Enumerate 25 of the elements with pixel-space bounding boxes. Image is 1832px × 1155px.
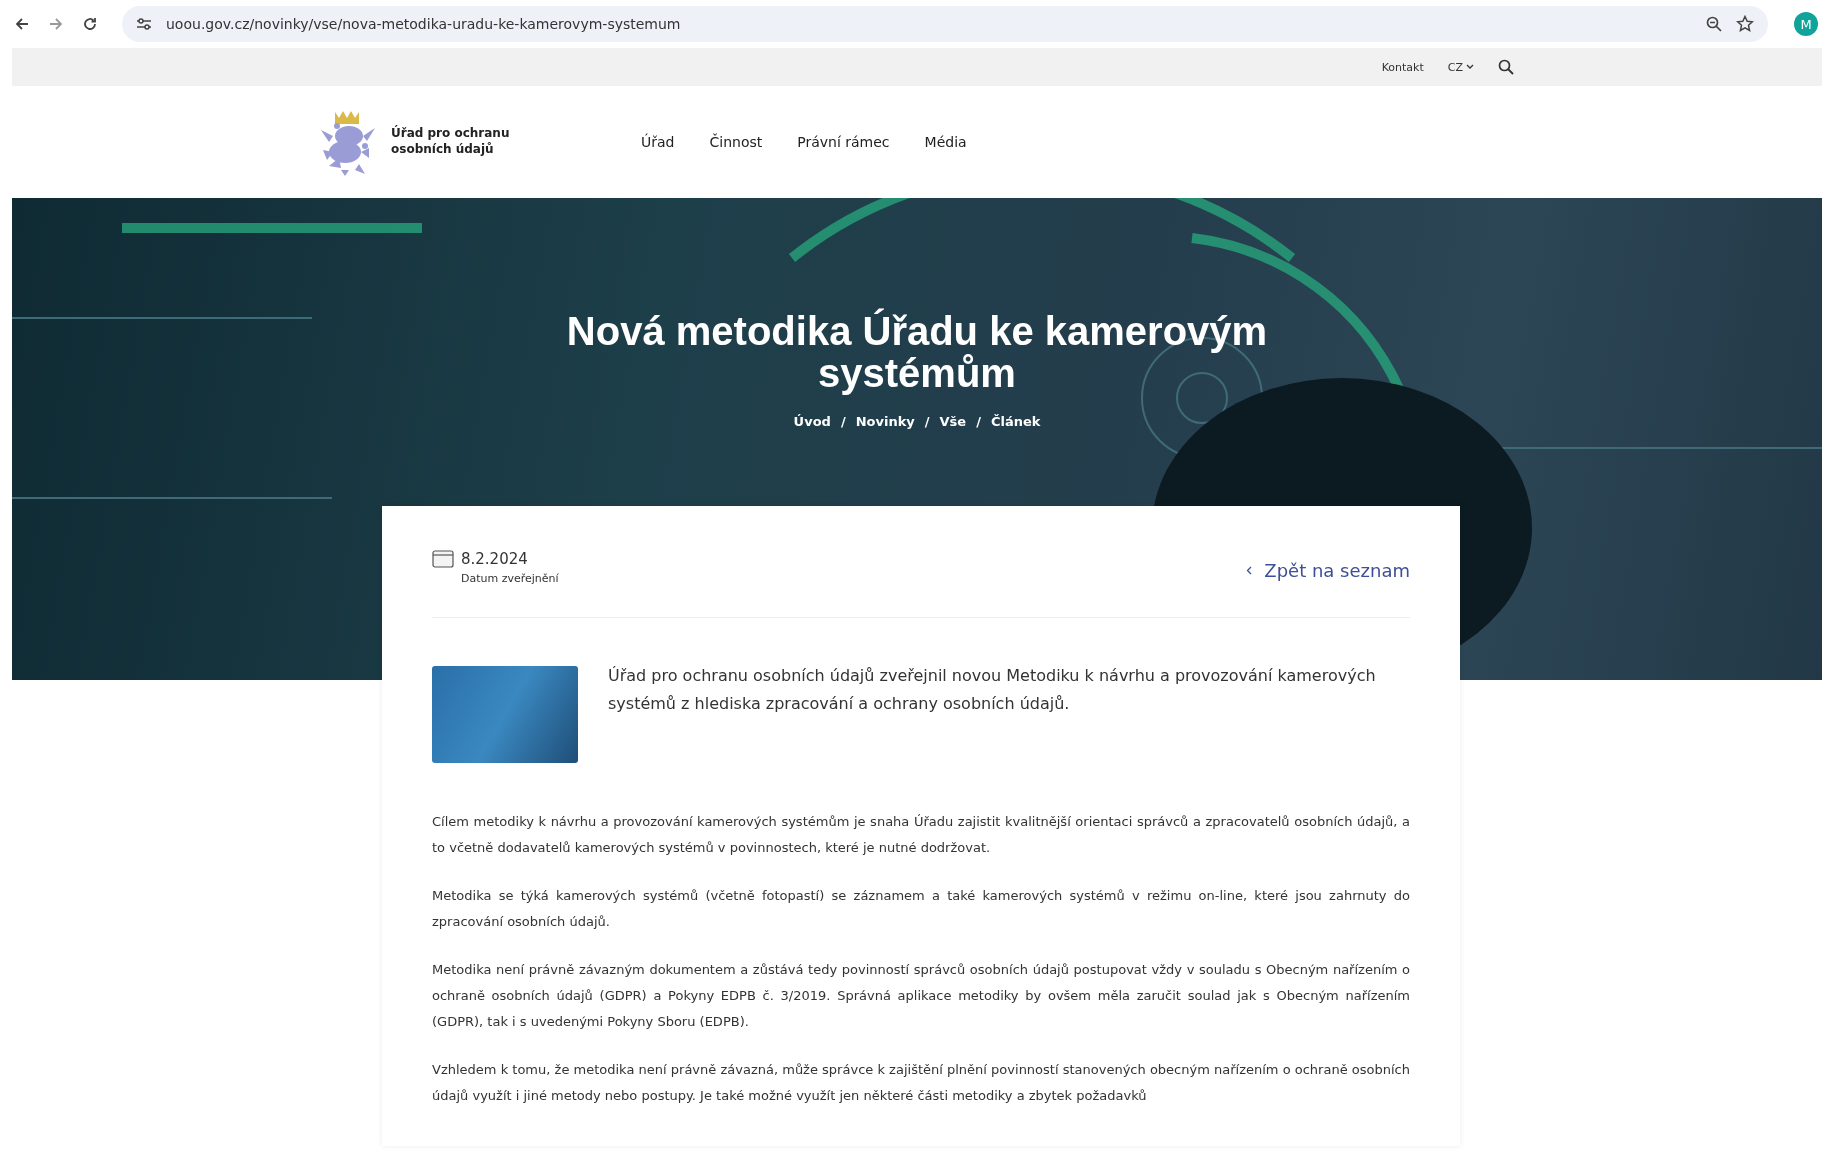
nav-link[interactable]: Právní rámec	[797, 134, 890, 150]
breadcrumb-separator: /	[840, 414, 846, 429]
breadcrumb-link[interactable]: Úvod	[793, 414, 831, 429]
back-to-list-link[interactable]: Zpět na seznam	[1246, 560, 1410, 581]
body-paragraph: Vzhledem k tomu, že metodika není právně závazná, může správce k zajištění plnění povinností stanovených obecným nařízením o ochraně osobních údajů využít i jiné metody nebo postupy. Je také možné využít jen některé části metodiky a zbytek požadavků	[432, 1061, 1410, 1105]
breadcrumb-link[interactable]: Vše	[939, 414, 967, 429]
page-title: Nová metodika Úřadu ke kamerovým systémům	[565, 310, 1269, 394]
nav-link[interactable]: Činnost	[709, 134, 763, 150]
url-text[interactable]: uoou.gov.cz/novinky/vse/nova-metodika-uradu-ke-kamerovym-systemum	[166, 16, 681, 32]
address-bar[interactable]: uoou.gov.cz/novinky/vse/nova-metodika-uradu-ke-kamerovym-systemum	[122, 6, 1768, 42]
breadcrumb-link[interactable]: Článek	[990, 414, 1041, 429]
nav-link[interactable]: Média	[924, 134, 967, 150]
breadcrumb-link[interactable]: Novinky	[855, 414, 915, 429]
body-paragraph: Metodika se týká kamerových systémů (včetně fotopastí) se záznamem a také kamerových systémů v režimu on-line, které jsou zahrnuty do zpracování osobních údajů.	[432, 887, 1410, 931]
nav-link[interactable]: Úřad	[641, 134, 675, 150]
breadcrumb-separator: /	[924, 414, 930, 429]
lead-paragraph: Úřad pro ochranu osobních údajů zveřejnil novou Metodiku k návrhu a provozování kamerových systémů z hlediska zpracování a ochrany osobních údajů.	[608, 665, 1377, 715]
breadcrumb-separator: /	[976, 414, 981, 429]
date-caption: Datum zveřejnění	[461, 572, 559, 585]
body-paragraph: Cílem metodiky k návrhu a provozování kamerových systémům je snaha Úřadu zajistit kvalitnější orientaci správců a zpracovatelů osobních údajů, a to včetně dodavatelů kamerových systémů v povinnostech, které je nutné dodržovat.	[432, 813, 1410, 857]
logo-text[interactable]: Úřad pro ochranu osobních údajů	[391, 126, 521, 158]
language-selector[interactable]: CZ	[1447, 60, 1474, 74]
body-paragraph: Metodika není právně závazným dokumentem a zůstává tedy povinností správců osobních údajů postupovat vždy v souladu s Obecným nařízením o ochraně osobních údajů (GDPR) a Pokyny EDPB č. 3/2019. Správná aplikace metodiky by ovšem měla zaručit soulad jak s Obecným nařízením (GDPR), tak i s uvedenými Pokyny Sboru (EDPB).	[432, 961, 1410, 1031]
publish-date: 8.2.2024	[461, 550, 529, 568]
contact-link[interactable]: Kontakt	[1381, 60, 1424, 74]
